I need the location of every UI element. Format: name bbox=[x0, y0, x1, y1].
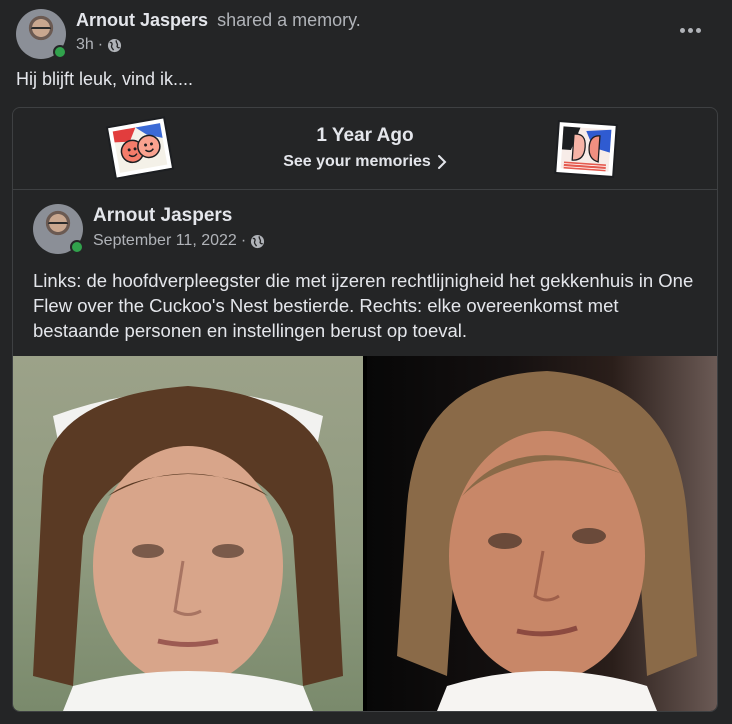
see-memories-link[interactable]: See your memories bbox=[283, 153, 447, 171]
more-horizontal-icon bbox=[679, 27, 685, 33]
friends-hug-sticker-icon bbox=[554, 119, 618, 179]
more-dot bbox=[687, 27, 693, 33]
post-caption: Hij blijft leuk, vind ik.... bbox=[16, 69, 194, 89]
meta-separator: · bbox=[97, 36, 104, 53]
original-post-meta: September 11, 2022 · bbox=[93, 232, 265, 250]
woman-photo[interactable] bbox=[367, 356, 717, 711]
avatar-glasses bbox=[48, 222, 68, 228]
post-meta: 3h · bbox=[76, 36, 122, 54]
original-post-text: Links: de hoofdverpleegster die met ijze… bbox=[33, 270, 694, 341]
memory-card: 1 Year Ago See your memories Arnout Jasp… bbox=[12, 107, 718, 712]
online-status-icon bbox=[70, 240, 84, 254]
avatar-glasses bbox=[31, 27, 51, 33]
online-status-icon bbox=[53, 45, 67, 59]
author-name-link[interactable]: Arnout Jaspers bbox=[76, 10, 208, 30]
memory-banner: 1 Year Ago See your memories bbox=[13, 108, 717, 190]
author-avatar[interactable] bbox=[16, 9, 67, 59]
more-dot bbox=[695, 27, 701, 33]
woman-photo-illustration bbox=[397, 371, 697, 711]
photo-grid bbox=[13, 356, 717, 711]
meta-separator: · bbox=[240, 232, 247, 249]
original-author-avatar[interactable] bbox=[33, 204, 84, 254]
original-post-date[interactable]: September 11, 2022 bbox=[93, 232, 237, 250]
globe-icon[interactable] bbox=[107, 38, 122, 53]
chevron-right-icon bbox=[437, 155, 447, 169]
globe-icon[interactable] bbox=[250, 234, 265, 249]
see-memories-label: See your memories bbox=[283, 153, 431, 170]
post: Arnout Jaspers shared a memory. 3h · Hij… bbox=[0, 0, 732, 724]
post-header: Arnout Jaspers shared a memory. bbox=[76, 10, 361, 31]
nurse-photo-illustration bbox=[33, 386, 343, 711]
original-author-name-link[interactable]: Arnout Jaspers bbox=[93, 205, 232, 227]
post-action-text: shared a memory. bbox=[217, 10, 361, 30]
more-options-button[interactable] bbox=[672, 14, 708, 46]
post-timestamp[interactable]: 3h bbox=[76, 36, 94, 54]
nurse-photo[interactable] bbox=[13, 356, 363, 711]
